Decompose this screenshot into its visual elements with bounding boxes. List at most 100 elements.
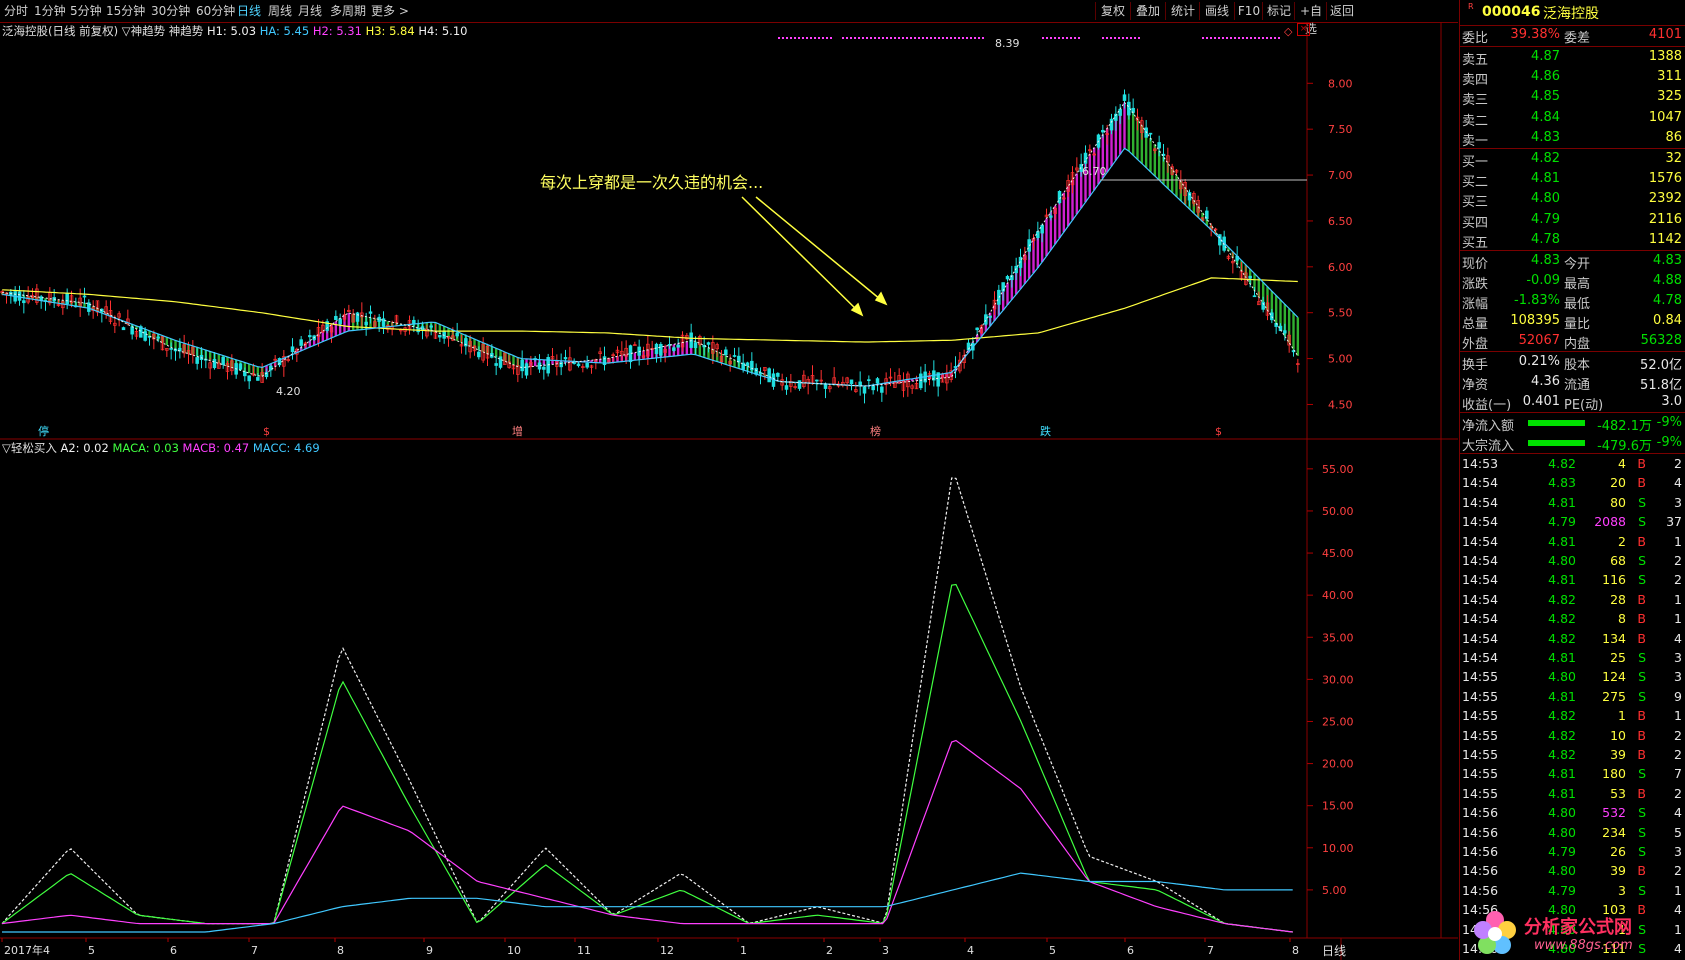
toolbar-button-6[interactable]: +自选 <box>1294 2 1327 36</box>
toolbar-button-3[interactable]: 画线 <box>1199 2 1234 20</box>
toolbar-button-7[interactable]: 返回 <box>1326 2 1357 20</box>
period-tab-10[interactable]: 更多 > <box>371 3 409 19</box>
signal-dot <box>910 37 912 39</box>
sell-price: 4.86 <box>1531 69 1560 85</box>
realtime-marker: R <box>1468 2 1474 11</box>
event-marker[interactable]: 停 <box>38 424 49 438</box>
candle-body <box>880 386 884 393</box>
sell-volume: 1047 <box>1648 109 1682 125</box>
tick-count: 5 <box>1674 824 1682 840</box>
trend-band-bar <box>247 363 251 374</box>
indicator-tick-label: 40.00 <box>1322 589 1354 602</box>
candle-body <box>1252 295 1257 298</box>
signal-dot <box>1246 37 1248 39</box>
signal-dot <box>1070 37 1072 39</box>
candle-body <box>984 314 988 325</box>
main-value-1: HA: 5.45 <box>256 24 310 38</box>
tick-side: B <box>1637 611 1646 627</box>
event-marker[interactable]: 榜 <box>870 424 881 438</box>
tick-row: 14:55 4.82 1 B 1 <box>1460 707 1685 726</box>
trend-band-bar <box>733 359 736 368</box>
signal-dot <box>922 37 924 39</box>
tick-price: 4.81 <box>1548 650 1576 665</box>
main-value-2: H2: 5.31 <box>309 24 362 38</box>
signal-dot <box>902 37 904 39</box>
period-tab-3[interactable]: 15分钟 <box>106 3 145 19</box>
main-value-4: H4: 5.10 <box>414 24 468 38</box>
event-marker[interactable]: 跌 <box>1040 424 1051 438</box>
chart-close-icon[interactable]: × <box>1297 23 1310 36</box>
toolbar-button-1[interactable]: 叠加 <box>1130 2 1165 20</box>
indicator-line-MACA <box>1 583 1293 933</box>
toolbar-button-2[interactable]: 统计 <box>1165 2 1200 20</box>
tick-time: 14:56 <box>1462 863 1499 879</box>
tick-side: B <box>1637 863 1646 879</box>
candle-body <box>338 318 342 325</box>
indicator-dropdown[interactable]: ▽神趋势 <box>122 24 165 38</box>
tick-time: 14:54 <box>1462 572 1499 588</box>
period-corner-label[interactable]: 日线 <box>1322 944 1346 958</box>
signal-dot <box>1122 37 1124 39</box>
period-tab-1[interactable]: 1分钟 <box>34 3 66 19</box>
tick-count: 2 <box>1674 572 1682 588</box>
tick-row: 14:54 4.82 8 B 1 <box>1460 610 1685 629</box>
indicator-tick-label: 55.00 <box>1322 463 1354 476</box>
period-tab-2[interactable]: 5分钟 <box>70 3 102 19</box>
tick-price: 4.82 <box>1548 708 1576 724</box>
tick-time: 14:54 <box>1462 533 1499 549</box>
toolbar-button-0[interactable]: 复权 <box>1095 2 1130 20</box>
signal-dot <box>790 37 792 39</box>
tick-price: 4.81 <box>1548 688 1576 704</box>
signal-dot <box>850 37 852 39</box>
tick-count: 7 <box>1674 766 1682 782</box>
tick-volume: 10 <box>1610 727 1626 743</box>
stat-row: 涨幅 -1.83% 最低 4.78 <box>1460 291 1685 312</box>
period-tab-7[interactable]: 周线 <box>268 3 292 19</box>
signal-dot <box>778 37 780 39</box>
candle-body <box>169 348 173 350</box>
fund-label: 净资 <box>1462 378 1489 393</box>
tick-volume: 2088 <box>1594 514 1626 530</box>
event-marker[interactable]: $ <box>1215 425 1222 438</box>
period-tab-9[interactable]: 多周期 <box>330 3 366 19</box>
buy-price: 4.81 <box>1531 171 1560 187</box>
event-marker[interactable]: $ <box>263 425 270 438</box>
tick-volume: 53 <box>1610 785 1626 801</box>
chart-settings-icon[interactable]: ◇ <box>1284 25 1292 38</box>
candle-body <box>1148 132 1153 135</box>
indicator-tick-label: 10.00 <box>1322 842 1354 855</box>
trend-band-bar <box>633 352 637 361</box>
fund-value: 4.36 <box>1531 374 1560 389</box>
candle-body <box>867 379 871 382</box>
signal-dot <box>854 37 856 39</box>
toolbar-button-4[interactable]: F10 <box>1234 2 1263 20</box>
tick-row: 14:54 4.82 134 B 4 <box>1460 630 1685 649</box>
sub-indicator-dropdown[interactable]: ▽轻松买入 <box>2 441 57 455</box>
tick-volume: 2 <box>1618 533 1626 549</box>
tick-row: 14:54 4.81 25 S 3 <box>1460 649 1685 668</box>
indicator-line-A2 <box>1 477 1293 933</box>
tick-time: 14:55 <box>1462 708 1499 724</box>
event-marker[interactable]: 增 <box>512 424 523 438</box>
period-tab-5[interactable]: 60分钟 <box>196 3 235 19</box>
toolbar-button-5[interactable]: 标记 <box>1262 2 1295 20</box>
period-tab-8[interactable]: 月线 <box>298 3 322 19</box>
signal-dot <box>1106 37 1108 39</box>
tick-count: 2 <box>1674 785 1682 801</box>
period-tab-6[interactable]: 日线 <box>237 3 261 19</box>
tick-count: 1 <box>1674 533 1682 549</box>
indicator-line-MACB <box>1 739 1293 933</box>
stat-value: 4.83 <box>1531 253 1560 268</box>
stat-label: 涨跌 <box>1462 277 1489 292</box>
date-tick-label: 4 <box>967 944 974 957</box>
sub-value-3: MACC: 4.69 <box>249 441 320 455</box>
period-tab-0[interactable]: 分时 <box>4 3 28 19</box>
price-tick-label: 8.00 <box>1328 77 1353 90</box>
date-tick-label: 1 <box>740 944 747 957</box>
stat-value: 4.88 <box>1653 273 1682 288</box>
period-tab-4[interactable]: 30分钟 <box>151 3 190 19</box>
signal-dot <box>1110 37 1112 39</box>
kline-chart-area[interactable]: 8.007.507.006.506.005.505.004.50 55.0050… <box>0 22 1458 960</box>
signal-dot <box>1130 37 1132 39</box>
signal-dot <box>1050 37 1052 39</box>
